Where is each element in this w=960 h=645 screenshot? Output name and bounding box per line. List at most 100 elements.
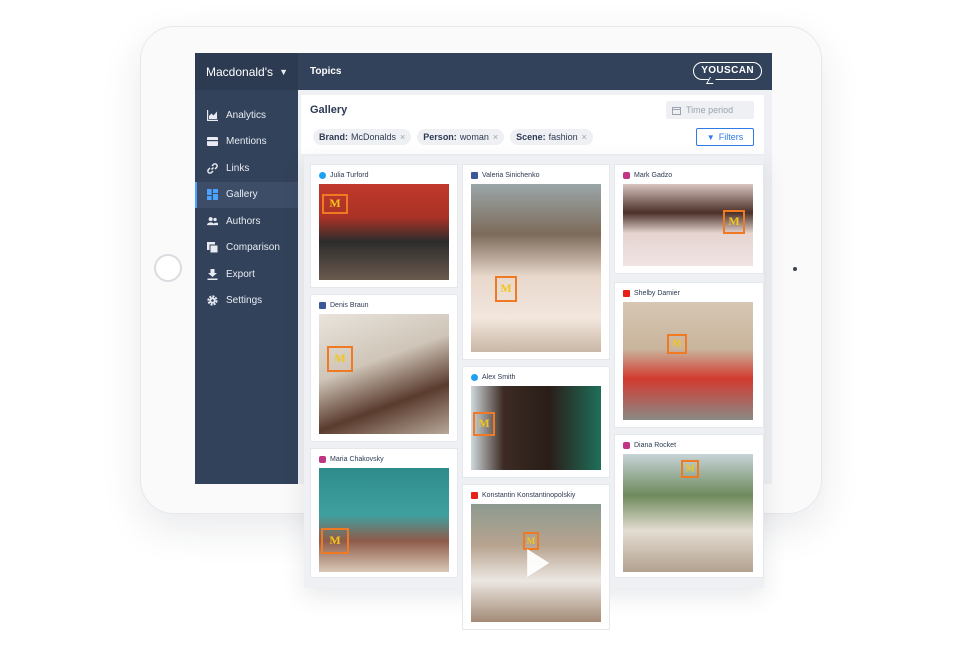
sidebar-item-links[interactable]: Links	[195, 155, 298, 182]
sidebar-item-gallery[interactable]: Gallery	[195, 181, 298, 208]
sidebar-item-mentions[interactable]: Mentions	[195, 129, 298, 156]
author-name: Maria Chakovsky	[330, 456, 384, 463]
post-photo[interactable]: M	[319, 184, 449, 280]
sidebar-item-label: Gallery	[226, 189, 258, 201]
sidebar-item-label: Analytics	[226, 109, 267, 121]
author-name: Valeria Sinichenko	[482, 172, 540, 179]
author-name: Diana Rocket	[634, 442, 677, 449]
gallery-card[interactable]: Maria Chakovsky M	[310, 448, 458, 578]
logo-detection-box: M	[473, 412, 495, 436]
author-name: Julia Turford	[330, 172, 369, 179]
filter-chip-person[interactable]: Person: woman ×	[417, 129, 505, 145]
sidebar-item-authors[interactable]: Authors	[195, 208, 298, 235]
logo-detection-box: M	[667, 334, 687, 354]
author-name: Shelby Damier	[634, 290, 680, 297]
sidebar-item-settings[interactable]: Settings	[195, 288, 298, 315]
author-name: Mark Gadzo	[634, 172, 673, 179]
sidebar-item-label: Export	[226, 268, 255, 280]
author-name: Denis Braun	[330, 302, 369, 309]
card-author: Konstantin Konstantinopolskiy	[471, 492, 575, 499]
close-icon[interactable]: ×	[582, 132, 587, 142]
logo-detection-box: M	[523, 532, 539, 550]
card-author: Valeria Sinichenko	[471, 172, 539, 179]
calendar-icon	[672, 106, 681, 115]
post-photo[interactable]: M	[623, 302, 753, 420]
post-photo[interactable]: M	[623, 184, 753, 266]
chip-value: fashion	[548, 132, 578, 142]
instagram-icon	[319, 456, 326, 463]
gallery-card[interactable]: Denis Braun M	[310, 294, 458, 442]
chip-value: woman	[459, 132, 489, 142]
card-author: Denis Braun	[319, 302, 369, 309]
brand-logo[interactable]: YOUSCAN	[693, 62, 762, 80]
chip-key: Person:	[423, 132, 457, 142]
logo-detection-box: M	[681, 460, 699, 478]
filter-chips: Brand: McDonalds × Person: woman × Scene: fas…	[313, 129, 593, 145]
filter-chip-scene[interactable]: Scene: fashion ×	[510, 129, 593, 145]
post-photo[interactable]: M	[471, 386, 601, 470]
post-photo[interactable]: M	[319, 314, 449, 434]
sidebar-item-export[interactable]: Export	[195, 261, 298, 288]
gallery-card[interactable]: Diana Rocket M	[614, 434, 764, 578]
gallery-card[interactable]: Julia Turford M	[310, 164, 458, 288]
filters-button[interactable]: ▼ Filters	[696, 128, 754, 146]
gallery-header: Gallery Time period Brand: McDonalds × Per…	[301, 95, 764, 154]
card-author: Diana Rocket	[623, 442, 676, 449]
card-author: Shelby Damier	[623, 290, 680, 297]
funnel-icon: ▼	[706, 132, 715, 142]
logo-detection-box: M	[495, 276, 517, 302]
tablet-home-button	[154, 254, 182, 282]
card-author: Maria Chakovsky	[319, 456, 384, 463]
card-author: Mark Gadzo	[623, 172, 672, 179]
gallery-title: Gallery	[310, 104, 348, 116]
author-name: Konstantin Konstantinopolskiy	[482, 492, 576, 499]
post-video[interactable]: M	[471, 504, 601, 622]
gallery-card[interactable]: Alex Smith M	[462, 366, 610, 478]
time-period-picker[interactable]: Time period	[666, 101, 754, 119]
tablet-camera	[793, 267, 797, 271]
post-photo[interactable]: M	[319, 468, 449, 572]
sidebar-item-label: Settings	[226, 295, 263, 307]
facebook-icon	[471, 172, 478, 179]
chevron-down-icon: ▼	[279, 66, 288, 77]
chip-value: McDonalds	[351, 132, 397, 142]
filters-label: Filters	[718, 132, 744, 142]
post-photo[interactable]: M	[471, 184, 601, 352]
page-title: Topics	[310, 66, 342, 77]
gallery-card[interactable]: Valeria Sinichenko M	[462, 164, 610, 360]
gear-icon	[207, 295, 218, 306]
logo-detection-box: M	[327, 346, 353, 372]
facebook-icon	[319, 302, 326, 309]
sidebar-item-label: Comparison	[226, 242, 280, 254]
comparison-icon	[207, 242, 218, 254]
mentions-icon	[207, 136, 218, 147]
twitter-icon	[471, 374, 478, 381]
youtube-icon	[623, 290, 630, 297]
sidebar-item-label: Links	[226, 162, 250, 174]
time-period-placeholder: Time period	[686, 105, 734, 115]
filter-chip-brand[interactable]: Brand: McDonalds ×	[313, 129, 412, 145]
workspace-name: Macdonald's	[206, 64, 273, 79]
sidebar: Macdonald's ▼ Analytics Mentions Links G…	[195, 53, 298, 484]
gallery-card[interactable]: Mark Gadzo M	[614, 164, 764, 274]
chip-key: Brand:	[319, 132, 348, 142]
gallery-card[interactable]: Shelby Damier M	[614, 282, 764, 428]
twitter-icon	[319, 172, 326, 179]
post-photo[interactable]: M	[623, 454, 753, 572]
gallery-card[interactable]: Konstantin Konstantinopolskiy M	[462, 484, 610, 630]
sidebar-item-analytics[interactable]: Analytics	[195, 102, 298, 129]
sidebar-item-comparison[interactable]: Comparison	[195, 235, 298, 262]
instagram-icon	[623, 172, 630, 179]
author-name: Alex Smith	[482, 374, 516, 381]
gallery-icon	[207, 189, 218, 201]
card-author: Julia Turford	[319, 172, 369, 179]
link-icon	[207, 162, 218, 174]
close-icon[interactable]: ×	[493, 132, 498, 142]
sidebar-item-label: Mentions	[226, 136, 267, 148]
workspace-selector[interactable]: Macdonald's ▼	[195, 53, 298, 90]
logo-detection-box: M	[723, 210, 745, 234]
sidebar-menu: Analytics Mentions Links Gallery Authors…	[195, 102, 298, 314]
top-bar: Topics YOUSCAN	[298, 53, 772, 90]
close-icon[interactable]: ×	[400, 132, 405, 142]
play-icon[interactable]	[527, 549, 550, 577]
